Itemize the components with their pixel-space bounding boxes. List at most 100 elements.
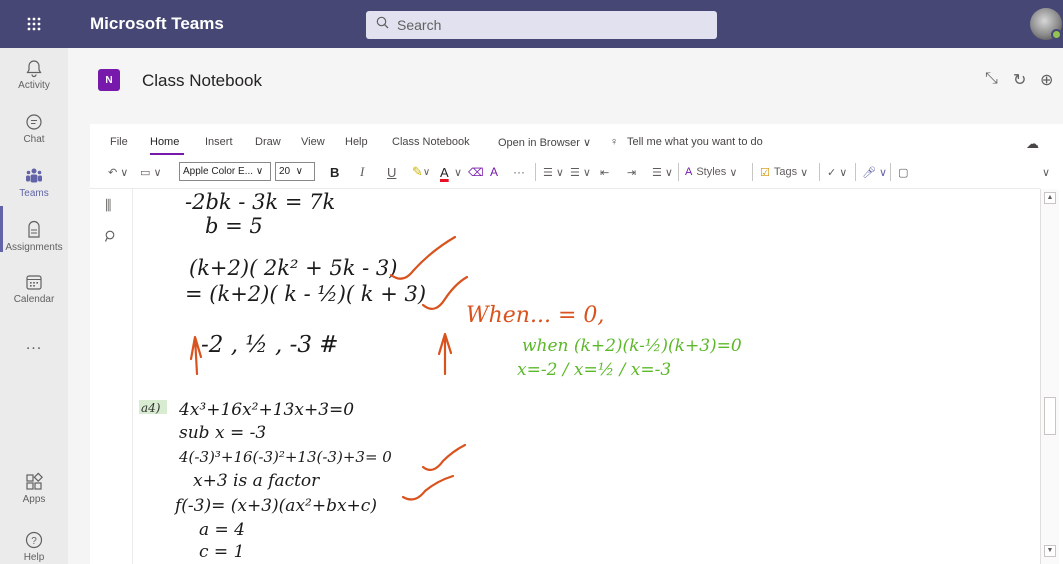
italic-button[interactable]: I	[360, 160, 364, 184]
check-mark	[421, 275, 469, 310]
arrow-mark	[437, 332, 453, 376]
font-size-select[interactable]: 20 ∨	[275, 162, 315, 181]
page-title: Class Notebook	[142, 71, 263, 90]
rail-label: Apps	[22, 494, 46, 505]
notebook-nav-strip: ⫼	[90, 189, 133, 564]
tell-me-input[interactable]: Tell me what you want to do	[627, 136, 763, 148]
toolbar-separator	[752, 163, 753, 181]
app-title: Microsoft Teams	[90, 14, 224, 33]
note-line: = (k+2)( k - ½)( k + 3)	[185, 282, 426, 306]
app-rail: Activity Chat Teams Assignments Calendar…	[0, 48, 68, 564]
help-icon: ?	[25, 531, 43, 549]
font-name-value: Apple Color E...	[183, 166, 254, 177]
calendar-icon	[26, 275, 42, 290]
collapse-ribbon-icon[interactable]: ∨	[1042, 160, 1050, 184]
note-line: -2 , ½ , -3 #	[201, 332, 339, 358]
search-notebook-icon[interactable]	[104, 229, 117, 247]
rail-label: Teams	[19, 188, 49, 199]
tab-view[interactable]: View	[301, 136, 325, 148]
globe-icon[interactable]: ⊕	[1040, 70, 1053, 90]
toolbar-separator	[855, 163, 856, 181]
search-placeholder: Search	[397, 17, 442, 33]
notebook-page[interactable]: -2bk - 3k = 7k b = 5 (k+2)( 2k² + 5k - 3…	[133, 189, 1040, 564]
font-size-value: 20	[279, 166, 291, 177]
orange-note: When... = 0,	[466, 303, 604, 328]
notebooks-icon[interactable]: ⫼	[105, 197, 111, 214]
highlight-icon[interactable]: ✎ ∨	[412, 160, 430, 184]
align-icon[interactable]: ☰ ∨	[652, 160, 673, 184]
font-color-dropdown-icon[interactable]: ∨	[454, 160, 462, 184]
rail-label: Chat	[23, 134, 45, 145]
refresh-icon[interactable]: ↻	[1013, 70, 1026, 90]
rail-item-calendar[interactable]: Calendar	[0, 272, 68, 305]
note-line: -2bk - 3k = 7k	[185, 190, 335, 214]
search-input[interactable]: Search	[366, 11, 717, 39]
dictate-icon[interactable]: 🎤︎ ∨	[862, 160, 887, 184]
tab-help[interactable]: Help	[345, 136, 368, 148]
toolbar-separator	[819, 163, 820, 181]
ribbon-toolbar: ↶ ∨ ▭ ∨ Apple Color E... ∨ 20 ∨ B I U ✎ ∨…	[100, 160, 1055, 184]
scroll-down-icon[interactable]: ▼	[1044, 545, 1056, 557]
note-line: b = 5	[205, 214, 263, 238]
note-line: (k+2)( 2k² + 5k - 3)	[189, 256, 397, 280]
tab-open-in-browser[interactable]: Open in Browser ∨	[498, 136, 591, 149]
top-bar: Microsoft Teams Search	[0, 0, 1063, 48]
tab-class-notebook[interactable]: Class Notebook	[392, 136, 470, 148]
toolbar-separator	[890, 163, 891, 181]
collapse-icon[interactable]: ⤡	[985, 70, 998, 88]
vertical-scrollbar[interactable]: ▲ ▼	[1040, 189, 1059, 564]
rail-item-assignments[interactable]: Assignments	[0, 220, 68, 253]
styles-button[interactable]: A Styles ∨	[685, 160, 737, 184]
note-line: 4x³+16x²+13x+3=0	[178, 400, 354, 420]
font-color-icon[interactable]: A	[440, 160, 449, 184]
tab-insert[interactable]: Insert	[205, 136, 233, 148]
app-launcher-icon[interactable]	[0, 0, 68, 48]
chat-icon	[26, 114, 42, 130]
check-mark	[421, 443, 467, 471]
note-line: a = 4	[199, 520, 245, 540]
presence-badge	[1051, 29, 1062, 40]
immersive-reader-icon[interactable]: ▢	[898, 160, 908, 184]
rail-label: Calendar	[13, 294, 55, 305]
text-style-icon[interactable]: A	[490, 160, 498, 184]
rail-label: Help	[23, 552, 45, 563]
check-mark	[401, 474, 455, 501]
rail-label: Assignments	[5, 242, 63, 253]
paste-icon[interactable]: ▭ ∨	[140, 160, 162, 184]
tab-file[interactable]: File	[110, 136, 128, 148]
undo-icon[interactable]: ↶ ∨	[108, 160, 128, 184]
rail-item-help[interactable]: ? Help	[0, 530, 68, 563]
scroll-thumb[interactable]	[1044, 397, 1056, 435]
scroll-up-icon[interactable]: ▲	[1044, 192, 1056, 204]
tags-icon: ☑	[760, 166, 770, 179]
bullets-icon[interactable]: ☰ ∨	[543, 160, 564, 184]
numbering-icon[interactable]: ☰ ∨	[570, 160, 591, 184]
more-icon[interactable]: ...	[0, 336, 68, 354]
onenote-icon: N	[98, 69, 120, 91]
rail-item-teams[interactable]: Teams	[0, 166, 68, 199]
outdent-icon[interactable]: ⇤	[600, 160, 609, 184]
rail-item-chat[interactable]: Chat	[0, 112, 68, 145]
bell-icon	[26, 60, 42, 78]
tab-draw[interactable]: Draw	[255, 136, 281, 148]
rail-item-apps[interactable]: Apps	[0, 472, 68, 505]
font-name-select[interactable]: Apple Color E... ∨	[179, 162, 271, 181]
note-line: x+3 is a factor	[193, 471, 320, 491]
styles-icon: A	[685, 166, 693, 178]
rail-label: Activity	[18, 80, 50, 91]
rail-item-activity[interactable]: Activity	[0, 58, 68, 91]
tags-label: Tags	[773, 166, 798, 178]
more-options-icon[interactable]: ···	[513, 160, 525, 184]
tab-home[interactable]: Home	[150, 136, 179, 148]
indent-icon[interactable]: ⇥	[627, 160, 636, 184]
check-mark	[389, 235, 457, 280]
apps-icon	[26, 472, 43, 490]
spelling-icon[interactable]: ✓ ∨	[827, 160, 847, 184]
assignments-icon	[28, 220, 40, 238]
tags-button[interactable]: ☑ Tags ∨	[760, 160, 808, 184]
bold-button[interactable]: B	[330, 160, 339, 184]
clear-format-icon[interactable]: ⌫	[468, 160, 484, 184]
note-line: sub x = -3	[179, 423, 266, 443]
styles-label: Styles	[696, 166, 727, 178]
underline-button[interactable]: U	[387, 160, 396, 184]
